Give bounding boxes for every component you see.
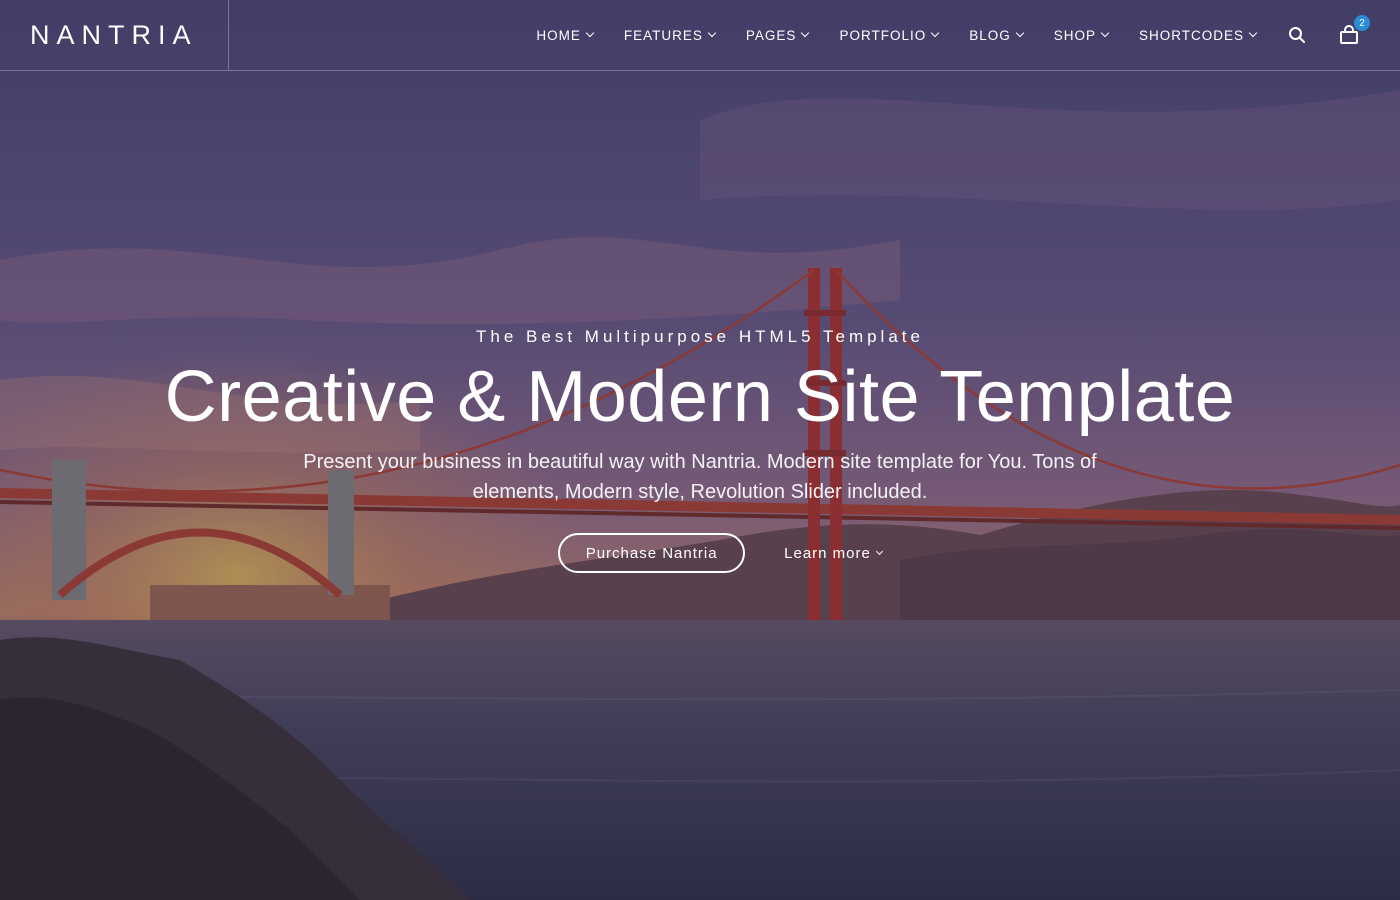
chevron-down-icon bbox=[1100, 28, 1110, 38]
cart-count-badge: 2 bbox=[1354, 15, 1370, 31]
nav-item-home[interactable]: HOME bbox=[536, 27, 595, 43]
search-button[interactable] bbox=[1286, 24, 1308, 46]
chevron-down-icon bbox=[801, 28, 810, 38]
nav-item-shop[interactable]: SHOP bbox=[1053, 27, 1110, 43]
chevron-down-icon bbox=[930, 28, 940, 38]
learn-more-label: Learn more bbox=[784, 544, 871, 562]
nav-item-label: PORTFOLIO bbox=[839, 27, 927, 43]
nav-item-shortcodes[interactable]: SHORTCODES bbox=[1138, 27, 1258, 43]
nav-item-label: FEATURES bbox=[623, 27, 703, 43]
hero-title: Creative & Modern Site Template bbox=[164, 357, 1236, 437]
nav-item-label: SHOP bbox=[1053, 27, 1096, 43]
nav-item-label: SHORTCODES bbox=[1138, 27, 1244, 43]
nav-item-portfolio[interactable]: PORTFOLIO bbox=[839, 27, 940, 43]
main-nav: HOME FEATURES PAGES PORTFOLIO BLOG SHOP … bbox=[505, 0, 1370, 70]
nav-item-blog[interactable]: BLOG bbox=[969, 27, 1024, 43]
cart-button[interactable]: 2 bbox=[1338, 15, 1370, 46]
chevron-down-icon bbox=[1248, 28, 1258, 38]
purchase-button-label: Purchase Nantria bbox=[585, 544, 718, 562]
chevron-down-icon bbox=[1015, 28, 1024, 38]
logo-container[interactable]: NANTRIA bbox=[0, 0, 229, 70]
hero-eyebrow: The Best Multipurpose HTML5 Template bbox=[476, 327, 924, 346]
hero-description: Present your business in beautiful way w… bbox=[303, 451, 1097, 503]
nav-item-label: HOME bbox=[536, 27, 581, 43]
chevron-down-icon bbox=[585, 28, 595, 38]
purchase-button[interactable]: Purchase Nantria bbox=[558, 533, 746, 573]
search-icon bbox=[1289, 27, 1305, 43]
nav-item-features[interactable]: FEATURES bbox=[623, 27, 717, 43]
hero-actions: Purchase Nantria Learn more bbox=[0, 533, 1400, 573]
nav-item-pages[interactable]: PAGES bbox=[745, 27, 810, 43]
nav-item-label: PAGES bbox=[745, 27, 797, 43]
hero-section: The Best Multipurpose HTML5 Template Cre… bbox=[0, 0, 1400, 900]
site-header: NANTRIA HOME FEATURES PAGES PORTFOLIO BL… bbox=[0, 0, 1400, 71]
chevron-down-icon bbox=[707, 28, 717, 38]
nav-item-label: BLOG bbox=[969, 27, 1011, 43]
chevron-down-icon bbox=[875, 547, 883, 556]
site-logo[interactable]: NANTRIA bbox=[30, 20, 198, 51]
learn-more-link[interactable]: Learn more bbox=[784, 544, 883, 562]
